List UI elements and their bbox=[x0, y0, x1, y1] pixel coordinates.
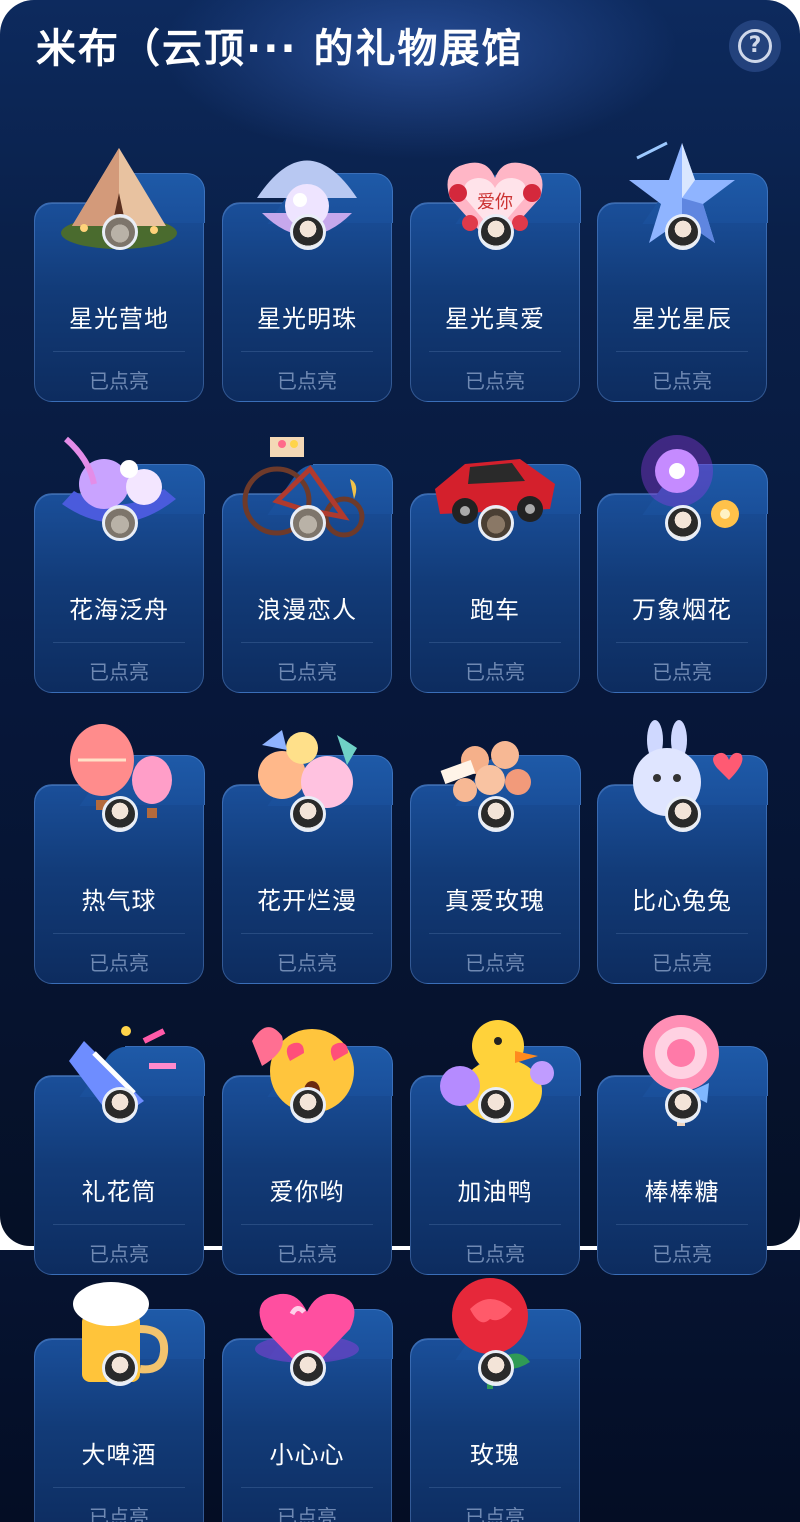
question-circle-icon: ? bbox=[738, 29, 772, 63]
card-divider bbox=[53, 642, 185, 643]
gift-status: 已点亮 bbox=[465, 951, 525, 975]
giver-avatar[interactable] bbox=[290, 214, 326, 250]
page-title: 米布（云顶··· 的礼物展馆 bbox=[36, 26, 524, 72]
giver-avatar[interactable] bbox=[665, 1087, 701, 1123]
gift-name: 真爱玫瑰 bbox=[445, 887, 545, 915]
gift-name: 棒棒糖 bbox=[644, 1178, 720, 1206]
card-divider bbox=[429, 1224, 561, 1225]
gift-name: 星光真爱 bbox=[445, 305, 545, 333]
card-divider bbox=[429, 1487, 561, 1488]
gift-status: 已点亮 bbox=[89, 369, 149, 393]
gift-name: 大啤酒 bbox=[81, 1441, 157, 1469]
gift-name: 加油鸭 bbox=[457, 1178, 533, 1206]
gift-name: 热气球 bbox=[81, 887, 157, 915]
gift-name: 比心兔兔 bbox=[632, 887, 732, 915]
giver-avatar[interactable] bbox=[290, 796, 326, 832]
gift-name: 爱你哟 bbox=[269, 1178, 345, 1206]
gift-status: 已点亮 bbox=[277, 951, 337, 975]
giver-avatar[interactable] bbox=[478, 796, 514, 832]
gift-status: 已点亮 bbox=[277, 660, 337, 684]
card-divider bbox=[241, 642, 373, 643]
help-button[interactable]: ? bbox=[729, 20, 781, 72]
gift-status: 已点亮 bbox=[89, 1505, 149, 1522]
card-divider bbox=[53, 1487, 185, 1488]
card-divider bbox=[241, 933, 373, 934]
gift-name: 玫瑰 bbox=[470, 1441, 520, 1469]
gift-status: 已点亮 bbox=[89, 660, 149, 684]
gift-name: 万象烟花 bbox=[632, 596, 732, 624]
gift-name: 小心心 bbox=[269, 1441, 345, 1469]
gift-status: 已点亮 bbox=[89, 951, 149, 975]
card-divider bbox=[53, 933, 185, 934]
giver-avatar[interactable] bbox=[290, 1350, 326, 1386]
giver-avatar[interactable] bbox=[478, 1087, 514, 1123]
giver-avatar[interactable] bbox=[665, 796, 701, 832]
gift-name: 星光明珠 bbox=[257, 305, 357, 333]
gift-status: 已点亮 bbox=[465, 660, 525, 684]
gift-name: 星光星辰 bbox=[632, 305, 732, 333]
card-divider bbox=[616, 933, 748, 934]
gift-status: 已点亮 bbox=[652, 369, 712, 393]
gift-name: 礼花筒 bbox=[81, 1178, 157, 1206]
gift-name: 浪漫恋人 bbox=[257, 596, 357, 624]
card-divider bbox=[616, 642, 748, 643]
svg-text:爱你: 爱你 bbox=[477, 192, 513, 213]
gift-status: 已点亮 bbox=[465, 369, 525, 393]
card-divider bbox=[241, 351, 373, 352]
card-divider bbox=[429, 933, 561, 934]
gift-name: 花开烂漫 bbox=[257, 887, 357, 915]
giver-avatar[interactable] bbox=[665, 505, 701, 541]
giver-avatar[interactable] bbox=[290, 1087, 326, 1123]
giver-avatar[interactable] bbox=[478, 505, 514, 541]
gift-status: 已点亮 bbox=[465, 1242, 525, 1266]
giver-avatar[interactable] bbox=[102, 1087, 138, 1123]
gift-status: 已点亮 bbox=[652, 1242, 712, 1266]
gift-name: 跑车 bbox=[470, 596, 520, 624]
card-divider bbox=[241, 1487, 373, 1488]
gift-name: 星光营地 bbox=[69, 305, 169, 333]
giver-avatar[interactable] bbox=[102, 505, 138, 541]
giver-avatar[interactable] bbox=[290, 505, 326, 541]
card-divider bbox=[616, 351, 748, 352]
gift-name: 花海泛舟 bbox=[69, 596, 169, 624]
giver-avatar[interactable] bbox=[102, 214, 138, 250]
giver-avatar[interactable] bbox=[102, 1350, 138, 1386]
giver-avatar[interactable] bbox=[478, 1350, 514, 1386]
gift-status: 已点亮 bbox=[89, 1242, 149, 1266]
card-divider bbox=[53, 1224, 185, 1225]
giver-avatar[interactable] bbox=[665, 214, 701, 250]
gift-status: 已点亮 bbox=[277, 1505, 337, 1522]
card-divider bbox=[429, 351, 561, 352]
gift-status: 已点亮 bbox=[652, 660, 712, 684]
card-divider bbox=[241, 1224, 373, 1225]
gift-status: 已点亮 bbox=[465, 1505, 525, 1522]
card-divider bbox=[616, 1224, 748, 1225]
card-divider bbox=[53, 351, 185, 352]
card-divider bbox=[429, 642, 561, 643]
gift-status: 已点亮 bbox=[652, 951, 712, 975]
giver-avatar[interactable] bbox=[102, 796, 138, 832]
giver-avatar[interactable] bbox=[478, 214, 514, 250]
gift-gallery-screen: 米布（云顶··· 的礼物展馆 ? 星光营地 已点亮 星光明珠 已点亮 星光真爱 已点亮 爱你… bbox=[0, 0, 800, 1522]
gift-status: 已点亮 bbox=[277, 1242, 337, 1266]
gift-status: 已点亮 bbox=[277, 369, 337, 393]
